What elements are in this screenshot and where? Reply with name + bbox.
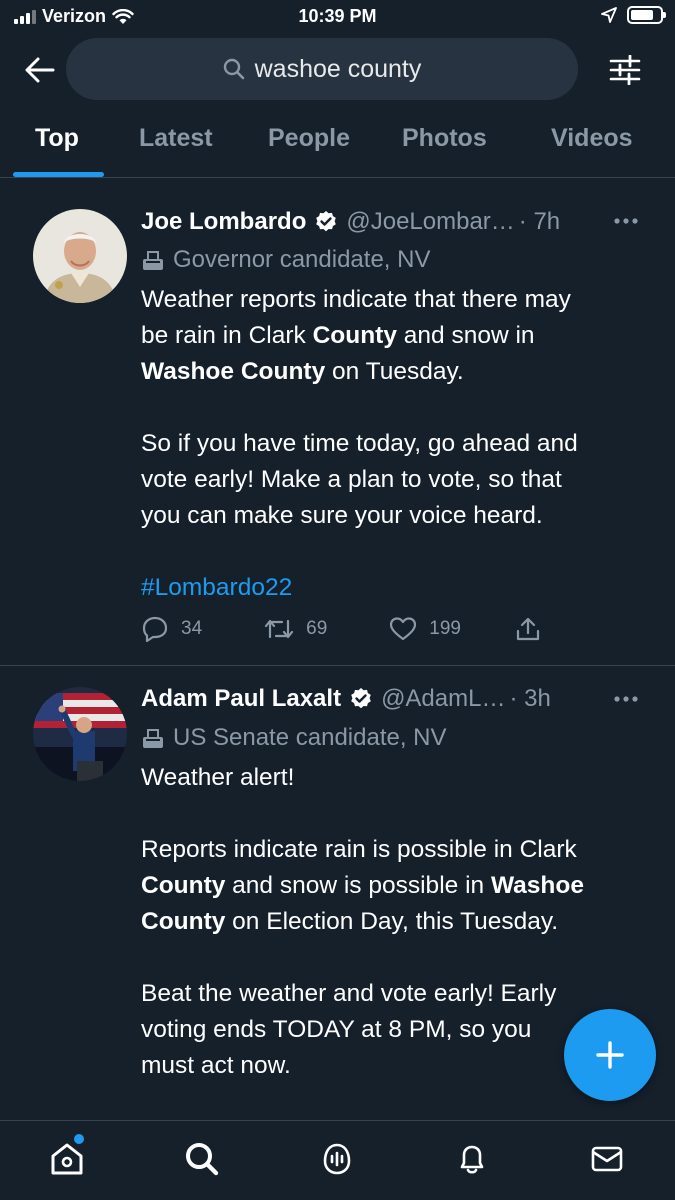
- tweet-line: So if you have time today, go ahead and: [141, 430, 578, 457]
- nav-home[interactable]: [47, 1139, 87, 1179]
- spaces-icon: [323, 1143, 351, 1175]
- tweet-time: · 3h: [509, 685, 551, 712]
- tweet-line: Beat the weather and vote early! Early: [141, 980, 557, 1007]
- tweet-time: · 7h: [518, 208, 561, 235]
- status-right: [601, 6, 666, 24]
- nav-messages[interactable]: [587, 1139, 627, 1179]
- tweet-line: be rain in Clark County and snow in: [141, 322, 535, 349]
- search-header: washoe county: [0, 36, 675, 102]
- status-bar: Verizon 10:39 PM: [0, 0, 675, 36]
- tweet-line: County on Election Day, this Tuesday.: [141, 908, 559, 935]
- notifications-icon: [460, 1145, 484, 1174]
- status-time: 10:39 PM: [298, 6, 377, 26]
- tweet-line: Weather reports indicate that there may: [141, 286, 571, 313]
- search-icon: [223, 58, 244, 80]
- share-button[interactable]: [515, 616, 541, 642]
- tab-videos[interactable]: Videos: [551, 124, 633, 153]
- retweet-icon: [265, 619, 294, 639]
- candidate-label: US Senate candidate, NV: [141, 724, 447, 752]
- battery-icon: [627, 6, 666, 24]
- author-handle[interactable]: @AdamL…: [381, 685, 505, 713]
- reply-count: 34: [181, 618, 203, 639]
- author-name[interactable]: Joe Lombardo: [141, 208, 306, 236]
- like-button[interactable]: 199: [389, 617, 461, 641]
- more-options-icon[interactable]: [613, 217, 639, 225]
- hashtag-link[interactable]: #Lombardo22: [141, 570, 651, 606]
- tab-latest[interactable]: Latest: [139, 124, 213, 153]
- home-notification-dot: [74, 1134, 84, 1144]
- filter-button[interactable]: [605, 50, 645, 90]
- heart-icon: [390, 617, 417, 641]
- verified-badge-icon: [351, 688, 371, 709]
- reply-icon: [142, 616, 168, 642]
- retweet-count: 69: [306, 618, 328, 639]
- battery-fill: [631, 10, 653, 20]
- tab-photos[interactable]: Photos: [402, 124, 487, 153]
- messages-icon: [591, 1146, 623, 1172]
- like-count: 199: [429, 618, 461, 639]
- candidate-label: Governor candidate, NV: [141, 246, 430, 274]
- tab-top[interactable]: Top: [35, 124, 79, 153]
- tweet-line: you can make sure your voice heard.: [141, 502, 543, 529]
- tweet-text: Weather reports indicate that there may …: [141, 282, 651, 606]
- tab-people[interactable]: People: [268, 124, 350, 153]
- ballot-box-icon: [143, 729, 163, 748]
- search-tabs: Top Latest People Photos Videos: [0, 108, 675, 178]
- tweet-line: County and snow is possible in Washoe: [141, 872, 584, 899]
- tweet-line: Reports indicate rain is possible in Cla…: [141, 836, 577, 863]
- tweet-line: Weather alert!: [141, 764, 295, 791]
- nav-spaces[interactable]: [317, 1139, 357, 1179]
- tweet-actions: 34 69 199: [141, 616, 541, 642]
- plus-icon: [596, 1041, 624, 1069]
- avatar[interactable]: [33, 209, 127, 303]
- active-tab-indicator: [13, 172, 104, 177]
- back-arrow-icon: [25, 57, 55, 83]
- filter-icon: [609, 55, 641, 85]
- nav-search[interactable]: [182, 1139, 222, 1179]
- search-icon: [186, 1143, 219, 1176]
- reply-button[interactable]: 34: [141, 616, 202, 642]
- back-button[interactable]: [20, 50, 60, 90]
- nav-notifications[interactable]: [452, 1139, 492, 1179]
- tweet-header: Adam Paul Laxalt @AdamL… · 3h: [141, 685, 551, 713]
- tweet-line: vote early! Make a plan to vote, so that: [141, 466, 562, 493]
- more-options-icon[interactable]: [613, 695, 639, 703]
- ballot-box-icon: [143, 251, 163, 270]
- verified-badge-icon: [316, 211, 337, 232]
- share-icon: [516, 617, 540, 641]
- retweet-button[interactable]: 69: [264, 617, 327, 641]
- avatar-image: [33, 209, 127, 303]
- author-handle[interactable]: @JoeLombar…: [346, 208, 514, 236]
- avatar[interactable]: [33, 687, 127, 781]
- tweet-line: Washoe County on Tuesday.: [141, 358, 464, 385]
- author-name[interactable]: Adam Paul Laxalt: [141, 685, 341, 713]
- bottom-navigation: [0, 1120, 675, 1200]
- tweet-card[interactable]: Joe Lombardo @JoeLombar… · 7h Governor c…: [0, 179, 675, 666]
- tweet-header: Joe Lombardo @JoeLombar… · 7h: [141, 208, 560, 236]
- home-icon: [51, 1143, 83, 1175]
- candidate-label-text: Governor candidate, NV: [173, 246, 431, 273]
- search-input[interactable]: washoe county: [66, 38, 578, 100]
- avatar-image: [33, 687, 127, 781]
- location-icon: [601, 7, 617, 23]
- compose-tweet-button[interactable]: [564, 1009, 656, 1101]
- candidate-label-text: US Senate candidate, NV: [173, 724, 447, 751]
- search-query: washoe county: [254, 54, 422, 83]
